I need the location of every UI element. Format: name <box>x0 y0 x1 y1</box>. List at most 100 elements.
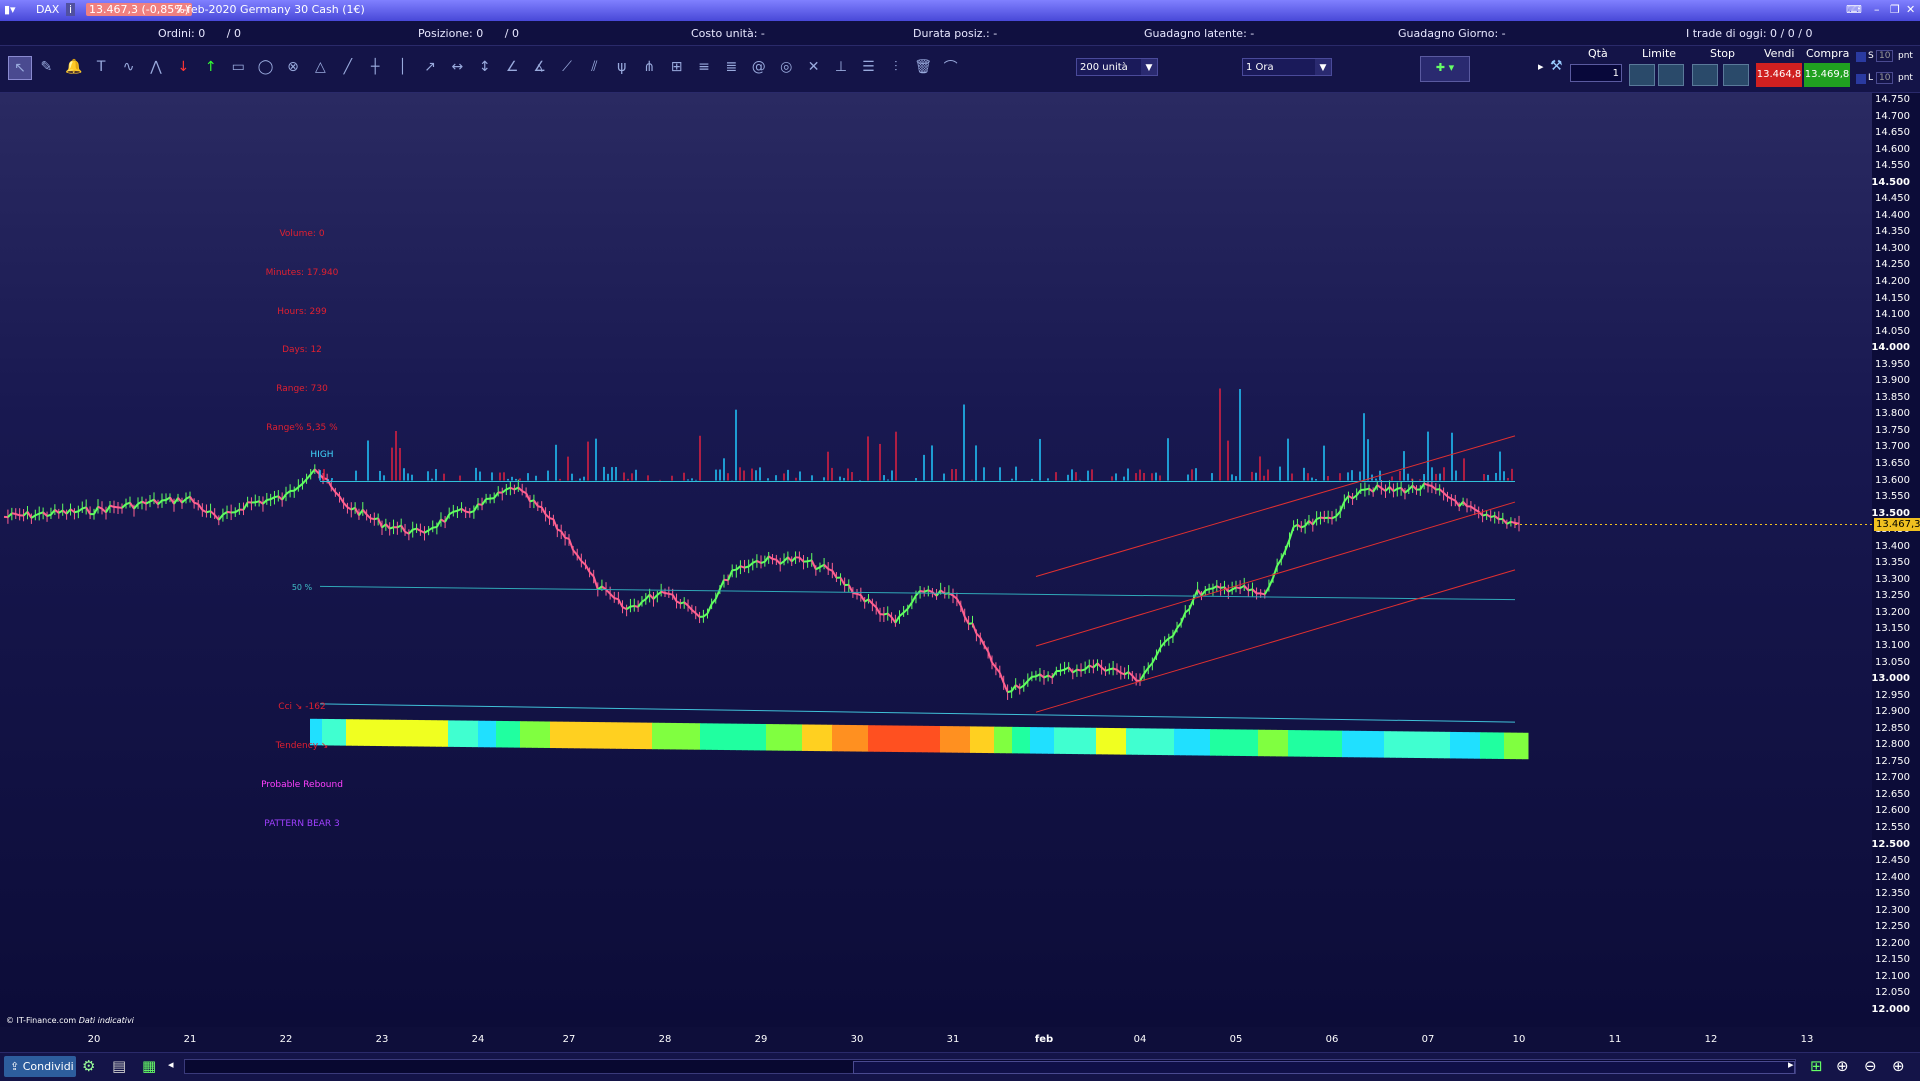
cci-heat-cell <box>628 722 635 748</box>
chart-settings-icon[interactable]: ⊞ <box>1810 1057 1823 1075</box>
cci-heat-cell <box>340 719 347 745</box>
cursor-icon[interactable]: ↖ <box>8 56 32 80</box>
circle-cross-icon[interactable]: ⊗ <box>282 56 304 78</box>
cci-heat-cell <box>430 720 437 746</box>
symbol-label[interactable]: DAX <box>36 3 59 16</box>
trash-icon[interactable]: 🗑 <box>912 56 934 78</box>
trendline-icon[interactable]: ⟋ <box>556 56 578 78</box>
fan-icon[interactable]: ⋔ <box>638 56 660 78</box>
l-value[interactable]: 10 <box>1876 72 1893 84</box>
price-segment <box>1073 670 1077 673</box>
triangle-icon[interactable]: △ <box>309 56 331 78</box>
lines-icon[interactable]: ⊥ <box>830 56 852 78</box>
minimize-icon[interactable]: – <box>1874 3 1880 16</box>
price-tick-label: 12.550 <box>1875 822 1910 833</box>
cci-heat-cell <box>508 721 515 747</box>
angle-icon[interactable]: ∠ <box>501 56 523 78</box>
spiral-icon[interactable]: @ <box>748 56 770 78</box>
price-segment <box>259 501 263 504</box>
channel-icon[interactable]: ⫽ <box>583 56 605 78</box>
pitchfork-icon[interactable]: ψ <box>611 56 633 78</box>
info-icon[interactable]: i <box>66 3 75 16</box>
vrange-icon[interactable]: ↕ <box>474 56 496 78</box>
chart-type-button[interactable]: ✚ ▾ <box>1420 56 1470 82</box>
units-select[interactable]: 200 unità▼ <box>1076 58 1158 76</box>
stop-buy-button[interactable] <box>1723 64 1749 86</box>
text-icon[interactable]: T <box>90 56 112 78</box>
price-segment <box>1440 489 1444 492</box>
lines2-icon[interactable]: ☰ <box>857 56 879 78</box>
expand-arrow-icon[interactable]: ▸ <box>1538 60 1544 73</box>
cci-heat-cell <box>1150 728 1157 754</box>
price-axis[interactable]: 14.75014.70014.65014.60014.55014.50014.4… <box>1872 93 1920 1027</box>
wrench-icon[interactable]: ⚒ <box>1550 58 1563 74</box>
scrollbar-thumb[interactable] <box>853 1061 1795 1074</box>
list-icon[interactable]: ▤ <box>112 1057 126 1075</box>
price-segment <box>1491 516 1495 517</box>
arc-icon[interactable]: ⌒ <box>940 56 962 78</box>
time-scrollbar[interactable] <box>184 1059 1796 1074</box>
cci-heat-cell <box>556 722 563 748</box>
vline-icon[interactable]: │ <box>392 56 414 78</box>
indicator-icon[interactable]: ∿ <box>118 56 140 78</box>
fib2-icon[interactable]: ≣ <box>720 56 742 78</box>
limit-buy-button[interactable] <box>1658 64 1684 86</box>
cci-heat-cell <box>958 726 965 752</box>
keyboard-icon[interactable]: ⌨ <box>1846 3 1862 16</box>
stat-range: Range: 730 <box>276 384 328 394</box>
qty-input[interactable] <box>1570 64 1622 82</box>
zoom-in-icon[interactable]: ⊕ <box>1892 1057 1905 1075</box>
ray-icon[interactable]: ↗ <box>419 56 441 78</box>
restore-icon[interactable]: ❐ <box>1890 3 1900 16</box>
wave-icon[interactable]: ✕ <box>803 56 825 78</box>
cci-heat-cell <box>400 720 407 746</box>
cci-heat-cell <box>922 726 929 752</box>
timeframe-select[interactable]: 1 Ora▼ <box>1242 58 1332 76</box>
price-segment <box>1424 484 1428 486</box>
stop-sell-button[interactable] <box>1692 64 1718 86</box>
zoom-area-icon[interactable]: ⊕ <box>1836 1057 1849 1075</box>
grid-icon[interactable]: ⊞ <box>666 56 688 78</box>
hline-icon[interactable]: ┼ <box>364 56 386 78</box>
scroll-left-icon[interactable]: ◂ <box>168 1058 174 1071</box>
price-tick-label: 12.450 <box>1875 855 1910 866</box>
zigzag-icon[interactable]: ⋀ <box>145 56 167 78</box>
sell-button[interactable]: 13.464,8 <box>1756 63 1802 87</box>
grid-icon[interactable]: ▦ <box>142 1057 156 1075</box>
price-segment <box>1081 669 1085 670</box>
cci-heat-cell <box>610 722 617 748</box>
price-segment <box>776 560 780 564</box>
scroll-right-icon[interactable]: ▸ <box>1788 1058 1794 1071</box>
zoom-out-icon[interactable]: ⊖ <box>1864 1057 1877 1075</box>
guadagno-latente: Guadagno latente: - <box>1144 27 1254 40</box>
close-icon[interactable]: ✕ <box>1906 3 1915 16</box>
chart-area[interactable]: Volume: 0 Minutes: 17.940 Hours: 299 Day… <box>0 93 1872 1027</box>
l-checkbox[interactable] <box>1856 74 1866 84</box>
window-menu-icon[interactable]: ▮▾ <box>4 3 16 16</box>
limit-sell-button[interactable] <box>1629 64 1655 86</box>
indicators-icon[interactable]: ⚙ <box>82 1057 95 1075</box>
price-segment <box>1317 518 1321 519</box>
ellipse-icon[interactable]: ◯ <box>255 56 277 78</box>
cci-heat-cell <box>586 722 593 748</box>
rectangle-icon[interactable]: ▭ <box>227 56 249 78</box>
arrow-up-icon[interactable]: ↑ <box>200 56 222 78</box>
parallel-icon[interactable]: ⫶ <box>885 56 907 78</box>
price-segment <box>1152 655 1156 662</box>
bell-icon[interactable]: 🔔 <box>63 56 85 78</box>
buy-button[interactable]: 13.469,8 <box>1804 63 1850 87</box>
share-button[interactable]: ⇪ Condividi <box>4 1056 76 1077</box>
price-tick-label: 14.550 <box>1875 160 1910 171</box>
pencil-icon[interactable]: ✎ <box>35 56 57 78</box>
price-segment <box>618 599 622 607</box>
price-segment <box>138 502 142 504</box>
range-icon[interactable]: ↔ <box>446 56 468 78</box>
fib-icon[interactable]: ≡ <box>693 56 715 78</box>
line-icon[interactable]: ╱ <box>337 56 359 78</box>
cycle-icon[interactable]: ◎ <box>775 56 797 78</box>
s-value[interactable]: 10 <box>1876 50 1893 62</box>
bottom-bar: ⇪ Condividi ⚙ ▤ ▦ ◂ ▸ ⊞ ⊕ ⊖ ⊕ <box>0 1052 1920 1081</box>
angle2-icon[interactable]: ∡ <box>529 56 551 78</box>
arrow-down-icon[interactable]: ↓ <box>172 56 194 78</box>
s-checkbox[interactable] <box>1856 52 1866 62</box>
